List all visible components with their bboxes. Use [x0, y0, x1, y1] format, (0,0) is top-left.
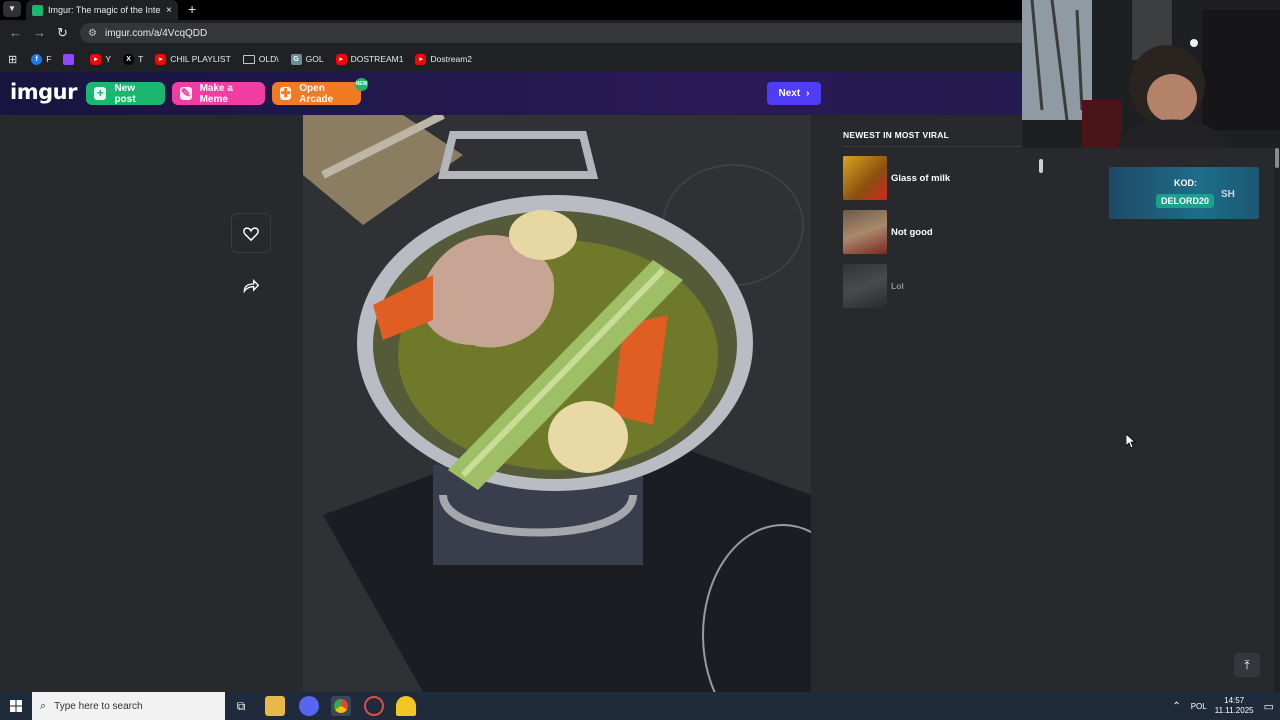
x-icon: X [123, 53, 135, 65]
start-button[interactable] [0, 692, 32, 720]
youtube-icon: ▸ [155, 53, 167, 65]
tab-search-button[interactable]: ▼ [3, 1, 21, 17]
windows-taskbar: ⌕ Type here to search ⧉ ⌃ POL 14:57 11.1… [0, 692, 1280, 720]
language-indicator[interactable]: POL [1191, 702, 1207, 711]
address-bar[interactable]: ⚙ imgur.com/a/4VcqQDD [80, 23, 1022, 43]
notification-icon[interactable]: ▭ [1264, 700, 1274, 713]
tab-title: Imgur: The magic of the Internet [48, 5, 160, 15]
new-badge: NEW [355, 78, 368, 91]
sidebar-heading: NEWEST IN MOST VIRAL [843, 130, 949, 140]
arrow-up-icon: ⤒ [1244, 658, 1250, 672]
clock-time: 14:57 [1224, 696, 1245, 705]
soup-pot-photo [303, 115, 811, 692]
facebook-icon: f [31, 53, 43, 65]
bookmarks-bar: ⊞ fF ▸ Y XT ▸ CHIL PLAYLIST OLD\ G GOL ▸ DOS… [0, 46, 1022, 72]
bookmark-youtube[interactable]: ▸ Y [90, 53, 111, 65]
post-thumbnail [843, 264, 887, 308]
next-post-button[interactable]: Next › [767, 82, 821, 105]
app-icon[interactable] [299, 696, 319, 716]
sidebar-post-not-good[interactable]: Not good [843, 210, 933, 254]
scrollbar-thumb[interactable] [1275, 148, 1279, 168]
windows-logo-icon [10, 700, 22, 712]
plus-icon: + [94, 87, 107, 100]
post-thumbnail [843, 210, 887, 254]
youtube-icon: ▸ [335, 53, 347, 65]
system-tray: ⌃ POL 14:57 11.11.2025 ▭ [1172, 692, 1280, 720]
browser-tab-active[interactable]: Imgur: The magic of the Internet × [26, 0, 178, 20]
new-post-button[interactable]: + New post [86, 82, 165, 105]
stream-promo-banner: KOD: DELORD20 SH [1109, 167, 1259, 219]
gol-icon: G [290, 53, 302, 65]
bookmark-folder-old[interactable]: OLD\ [242, 54, 279, 64]
divider [843, 146, 1023, 147]
gamepad-icon: ✚ [280, 86, 292, 100]
promo-brand: SH [1221, 189, 1235, 200]
browser-toolbar: ← → ↻ ⚙ imgur.com/a/4VcqQDD [0, 20, 1022, 46]
sidebar-scroll-indicator[interactable] [1039, 159, 1043, 173]
bookmark-gol[interactable]: G GOL [290, 53, 324, 65]
webcam-feed [1022, 0, 1280, 148]
favorite-button[interactable] [231, 213, 271, 253]
post-thumbnail [843, 156, 887, 200]
apps-grid-icon[interactable]: ⊞ [8, 53, 17, 66]
folder-icon [242, 54, 255, 64]
make-meme-button[interactable]: ✎ Make a Meme [172, 82, 265, 105]
tab-close-icon[interactable]: × [166, 5, 172, 16]
site-info-icon[interactable]: ⚙ [88, 28, 97, 39]
address-url: imgur.com/a/4VcqQDD [104, 27, 208, 39]
back-to-top-button[interactable]: ⤒ [1234, 653, 1260, 677]
bookmark-dostream2[interactable]: ▸ Dostream2 [415, 53, 472, 65]
reload-icon[interactable]: ↻ [57, 25, 68, 41]
app-icon[interactable] [396, 696, 416, 716]
meme-icon: ✎ [180, 86, 192, 100]
heart-icon [243, 226, 259, 241]
promo-code: DELORD20 [1156, 194, 1215, 208]
page-scrollbar[interactable] [1274, 148, 1280, 692]
obs-icon[interactable] [364, 696, 384, 716]
sidebar-post-glass-of-milk[interactable]: Glass of milk [843, 156, 950, 200]
open-arcade-button[interactable]: ✚ Open Arcade [272, 82, 361, 105]
taskbar-search[interactable]: ⌕ Type here to search [32, 692, 225, 720]
chrome-icon [334, 699, 348, 713]
bookmark-chil-playlist[interactable]: ▸ CHIL PLAYLIST [155, 53, 231, 65]
share-button[interactable] [231, 266, 271, 306]
share-arrow-icon [243, 279, 259, 293]
forward-icon[interactable]: → [33, 25, 46, 41]
new-tab-button[interactable]: + [188, 0, 196, 18]
imgur-logo[interactable]: imgur [10, 80, 77, 104]
chevron-up-icon[interactable]: ⌃ [1172, 701, 1180, 712]
imgur-favicon-icon [32, 4, 43, 16]
taskbar-search-placeholder: Type here to search [54, 700, 143, 712]
sidebar-post-lol[interactable]: Lol [843, 264, 904, 308]
clock-date: 11.11.2025 [1214, 706, 1254, 715]
post-title: Lol [891, 281, 904, 291]
chrome-active-slot[interactable] [331, 696, 351, 716]
post-title: Not good [891, 226, 933, 238]
clock[interactable]: 14:57 11.11.2025 [1215, 696, 1254, 716]
webcam-overlay [1022, 0, 1280, 148]
bookmark-dostream1[interactable]: ▸ DOSTREAM1 [335, 53, 403, 65]
task-view-icon[interactable]: ⧉ [231, 696, 251, 716]
mouse-cursor-icon [1126, 434, 1136, 449]
promo-kod-label: KOD: [1174, 178, 1197, 188]
bookmark-twitch[interactable] [63, 53, 78, 65]
youtube-icon: ▸ [415, 53, 427, 65]
file-explorer-icon[interactable] [265, 696, 285, 716]
youtube-icon: ▸ [90, 53, 102, 65]
search-icon: ⌕ [40, 699, 47, 712]
bookmark-x[interactable]: XT [123, 53, 143, 65]
chevron-right-icon: › [806, 88, 810, 99]
twitch-icon [63, 53, 75, 65]
post-image[interactable] [303, 115, 811, 692]
bookmark-facebook[interactable]: fF [31, 53, 51, 65]
post-title: Glass of milk [891, 172, 951, 184]
browser-tab-bar: ▼ Imgur: The magic of the Internet × + [0, 0, 1022, 20]
back-icon[interactable]: ← [9, 25, 22, 41]
